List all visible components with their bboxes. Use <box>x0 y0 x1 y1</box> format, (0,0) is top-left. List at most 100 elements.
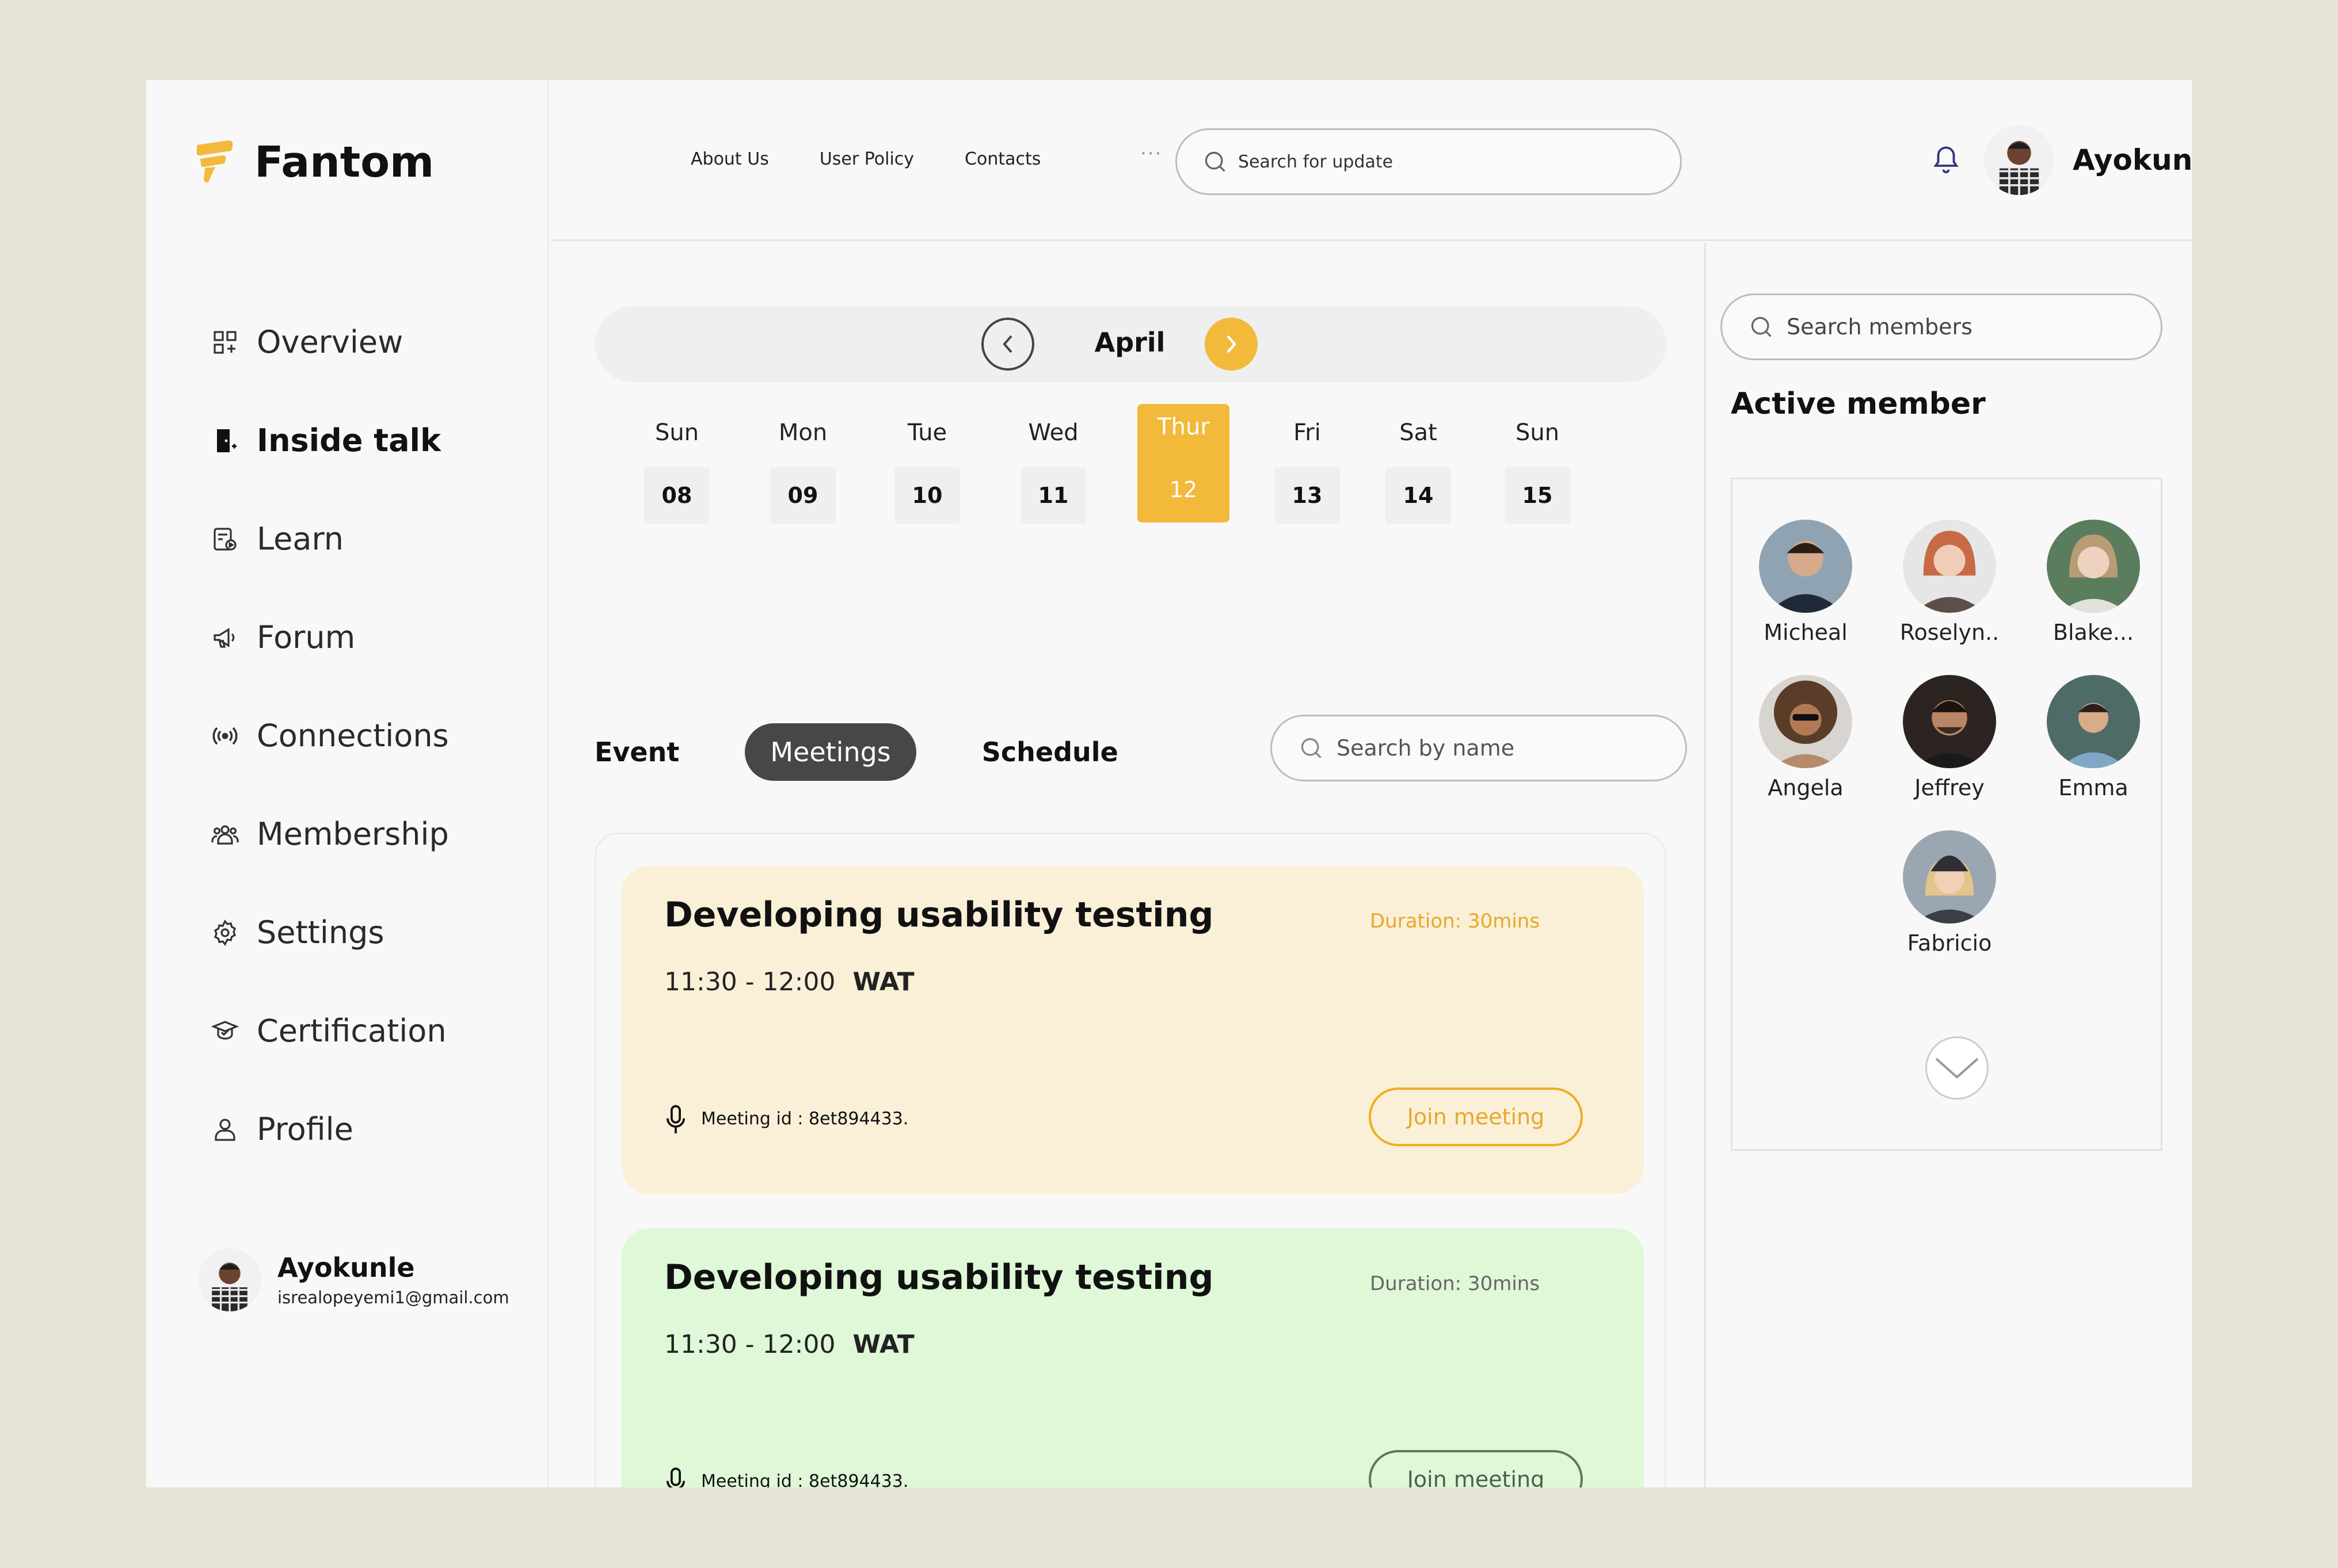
top-nav: About Us User Policy Contacts <box>691 149 1041 169</box>
brand-name: Fantom <box>254 138 435 187</box>
day-name: Wed <box>1028 419 1079 446</box>
header-user-name: Ayokunle <box>2073 143 2192 177</box>
sidebar-item-forum[interactable]: Forum <box>211 588 449 686</box>
day-sat-14[interactable]: Sat 14 <box>1372 410 1464 524</box>
meeting-list: Developing usability testing Duration: 3… <box>595 833 1666 1487</box>
day-name: Tue <box>907 419 947 446</box>
active-member-title: Active member <box>1731 387 1986 421</box>
tab-meetings[interactable]: Meetings <box>745 723 916 781</box>
sidebar: Fantom Overview Inside talk Learn Forum … <box>146 80 549 1487</box>
meeting-timezone: WAT <box>852 1330 915 1359</box>
bell-icon[interactable] <box>1930 143 1962 178</box>
avatar <box>1759 520 1852 613</box>
meeting-time-range: 11:30 - 12:00 <box>664 1330 836 1359</box>
meeting-timezone: WAT <box>852 967 915 997</box>
day-sun-08[interactable]: Sun 08 <box>631 410 723 524</box>
search-name-input[interactable] <box>1336 735 1659 761</box>
sidebar-item-certification[interactable]: Certification <box>211 982 449 1080</box>
meeting-time-range: 11:30 - 12:00 <box>664 967 836 997</box>
sidebar-item-learn[interactable]: Learn <box>211 490 449 588</box>
search-icon <box>1751 316 1772 337</box>
member-name: Jeffrey <box>1914 775 1985 800</box>
microphone-icon <box>666 1105 686 1134</box>
sidebar-item-membership[interactable]: Membership <box>211 785 449 883</box>
nav-link-contacts[interactable]: Contacts <box>965 149 1041 169</box>
next-month-button[interactable] <box>1205 318 1258 371</box>
member-micheal[interactable]: Micheal <box>1734 520 1878 645</box>
search-update-input[interactable] <box>1238 151 1641 172</box>
member-name: Emma <box>2058 775 2128 800</box>
tab-event[interactable]: Event <box>595 723 705 781</box>
search-members-box <box>1720 293 2162 360</box>
member-roselyn[interactable]: Roselyn.. <box>1878 520 2021 645</box>
meeting-card: Developing usability testing Duration: 3… <box>622 866 1644 1194</box>
meeting-id: Meeting id : 8et894433. <box>701 1109 909 1129</box>
sidebar-item-label: Connections <box>257 718 449 754</box>
meeting-card: Developing usability testing Duration: 3… <box>622 1229 1644 1487</box>
gear-icon <box>211 918 239 947</box>
prev-month-button[interactable] <box>981 318 1034 371</box>
search-icon <box>1205 151 1225 172</box>
sidebar-item-label: Learn <box>257 521 344 557</box>
sidebar-item-label: Membership <box>257 816 449 852</box>
day-fri-13[interactable]: Fri 13 <box>1261 410 1353 524</box>
brand-logo[interactable]: Fantom <box>192 138 434 187</box>
more-dots-icon[interactable]: ··· <box>1140 142 1162 165</box>
active-members-grid: Micheal Roselyn.. Blake... Angela Jeffre… <box>1731 478 2162 1151</box>
tab-schedule[interactable]: Schedule <box>957 723 1144 781</box>
sidebar-user-card[interactable]: Ayokunle isrealopeyemi1@gmail.com <box>198 1248 509 1311</box>
broadcast-icon <box>211 722 239 750</box>
day-thur-12-selected[interactable]: Thur 12 <box>1137 404 1229 522</box>
app-window: Fantom Overview Inside talk Learn Forum … <box>146 80 2192 1487</box>
join-meeting-button[interactable]: Join meeting <box>1369 1450 1583 1487</box>
user-icon <box>211 1115 239 1144</box>
member-blake[interactable]: Blake... <box>2021 520 2165 645</box>
day-number: 10 <box>894 467 960 524</box>
member-name: Blake... <box>2053 620 2134 645</box>
meeting-duration: Duration: 30mins <box>1370 910 1540 933</box>
day-name: Sun <box>654 419 699 446</box>
sidebar-item-label: Certification <box>257 1013 447 1049</box>
month-selector: April <box>595 306 1666 382</box>
sidebar-item-overview[interactable]: Overview <box>211 293 449 391</box>
grid-icon <box>211 328 239 357</box>
sidebar-user-email: isrealopeyemi1@gmail.com <box>277 1288 509 1307</box>
sidebar-item-label: Settings <box>257 914 384 951</box>
sidebar-item-label: Forum <box>257 619 356 655</box>
day-name: Sat <box>1399 419 1437 446</box>
join-meeting-button[interactable]: Join meeting <box>1369 1088 1583 1146</box>
day-number: 08 <box>644 467 710 524</box>
day-number: 15 <box>1505 467 1570 524</box>
microphone-icon <box>666 1467 686 1487</box>
sidebar-item-connections[interactable]: Connections <box>211 686 449 785</box>
sidebar-item-label: Inside talk <box>257 422 441 459</box>
sidebar-item-profile[interactable]: Profile <box>211 1080 449 1178</box>
day-name: Sun <box>1515 419 1560 446</box>
nav-link-user-policy[interactable]: User Policy <box>820 149 914 169</box>
meeting-id: Meeting id : 8et894433. <box>701 1471 909 1487</box>
avatar <box>198 1248 261 1311</box>
day-mon-09[interactable]: Mon 09 <box>757 410 849 524</box>
sidebar-item-label: Profile <box>257 1111 353 1147</box>
chevron-left-icon <box>1003 335 1012 353</box>
member-angela[interactable]: Angela <box>1734 675 1878 800</box>
member-jeffrey[interactable]: Jeffrey <box>1878 675 2021 800</box>
day-tue-10[interactable]: Tue 10 <box>881 410 973 524</box>
member-emma[interactable]: Emma <box>2021 675 2165 800</box>
sidebar-user-name: Ayokunle <box>277 1252 415 1283</box>
members-panel: Active member Micheal Roselyn.. Blake...… <box>1708 243 2192 1487</box>
day-wed-11[interactable]: Wed 11 <box>1007 410 1099 524</box>
nav-link-about-us[interactable]: About Us <box>691 149 769 169</box>
header-user[interactable]: Ayokunle <box>1984 125 2192 195</box>
fantom-logo-icon <box>192 139 238 185</box>
day-sun-15[interactable]: Sun 15 <box>1491 410 1583 524</box>
search-members-input[interactable] <box>1787 314 2132 339</box>
avatar <box>2047 675 2140 768</box>
show-more-members-button[interactable] <box>1925 1036 1989 1100</box>
door-icon <box>211 426 239 455</box>
day-number: 11 <box>1021 467 1086 524</box>
day-name: Thur <box>1157 414 1210 440</box>
member-fabricio[interactable]: Fabricio <box>1878 830 2021 956</box>
sidebar-item-settings[interactable]: Settings <box>211 883 449 982</box>
sidebar-item-inside-talk[interactable]: Inside talk <box>211 391 449 490</box>
